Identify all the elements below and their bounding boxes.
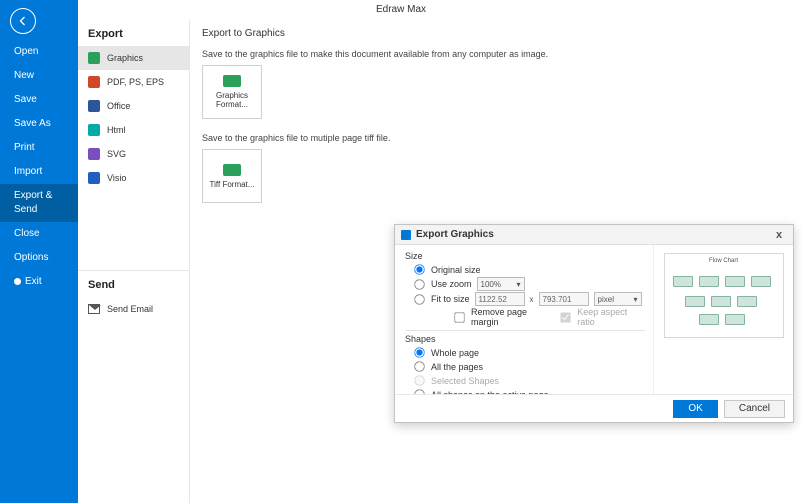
fit-height-input[interactable] bbox=[539, 292, 589, 306]
dialog-titlebar[interactable]: Export Graphics x bbox=[395, 225, 793, 245]
menu-close[interactable]: Close bbox=[0, 222, 78, 246]
export-type-pdf[interactable]: PDF, PS, EPS bbox=[78, 70, 189, 94]
size-heading: Size bbox=[405, 251, 645, 261]
export-type-graphics[interactable]: Graphics bbox=[78, 46, 189, 70]
export-type-panel: Export Graphics PDF, PS, EPS Office Html… bbox=[78, 20, 190, 503]
export-heading: Export bbox=[78, 20, 189, 46]
zoom-combo[interactable]: 100%▾ bbox=[477, 277, 525, 291]
instruction-tiff: Save to the graphics file to mutiple pag… bbox=[202, 133, 790, 143]
send-email[interactable]: Send Email bbox=[78, 297, 189, 321]
graphics-format-icon bbox=[223, 75, 241, 87]
envelope-icon bbox=[88, 304, 100, 314]
export-type-office[interactable]: Office bbox=[78, 94, 189, 118]
check-remove-margin[interactable] bbox=[454, 312, 464, 322]
dialog-preview-pane: Flow Chart bbox=[653, 245, 793, 394]
svg-icon bbox=[88, 148, 100, 160]
radio-original-size[interactable] bbox=[414, 264, 424, 274]
back-button[interactable] bbox=[10, 8, 36, 34]
dialog-options: Size Original size Use zoom 100%▾ Fit to… bbox=[395, 245, 653, 394]
send-heading: Send bbox=[78, 271, 189, 297]
tiff-format-icon bbox=[223, 164, 241, 176]
tile-tiff-format[interactable]: Tiff Format... bbox=[202, 149, 262, 203]
instruction-graphics: Save to the graphics file to make this d… bbox=[202, 49, 790, 59]
menu-open[interactable]: Open bbox=[0, 40, 78, 64]
graphics-icon bbox=[88, 52, 100, 64]
menu-new[interactable]: New bbox=[0, 64, 78, 88]
ok-button[interactable]: OK bbox=[673, 400, 717, 418]
app-title-bar: Edraw Max bbox=[0, 0, 802, 20]
export-type-html[interactable]: Html bbox=[78, 118, 189, 142]
menu-save[interactable]: Save bbox=[0, 88, 78, 112]
fit-unit-combo[interactable]: pixel▾ bbox=[594, 292, 642, 306]
radio-all-shapes-active[interactable] bbox=[414, 389, 424, 394]
export-graphics-dialog: Export Graphics x Size Original size Use… bbox=[394, 224, 794, 423]
html-icon bbox=[88, 124, 100, 136]
menu-print[interactable]: Print bbox=[0, 136, 78, 160]
menu-save-as[interactable]: Save As bbox=[0, 112, 78, 136]
radio-use-zoom[interactable] bbox=[414, 279, 424, 289]
fit-width-input[interactable] bbox=[475, 292, 525, 306]
page-title: Export to Graphics bbox=[202, 28, 790, 39]
tile-tiff-label: Tiff Format... bbox=[210, 180, 255, 189]
radio-selected-shapes bbox=[414, 375, 424, 385]
shapes-heading: Shapes bbox=[405, 334, 645, 344]
cancel-button[interactable]: Cancel bbox=[724, 400, 785, 418]
x-separator: x bbox=[530, 295, 534, 304]
tile-graphics-label: Graphics Format... bbox=[203, 91, 261, 109]
pdf-icon bbox=[88, 76, 100, 88]
menu-options[interactable]: Options bbox=[0, 246, 78, 270]
arrow-left-icon bbox=[17, 15, 29, 27]
menu-exit[interactable]: Exit bbox=[0, 270, 78, 294]
dialog-close-button[interactable]: x bbox=[771, 229, 787, 241]
dialog-title-text: Export Graphics bbox=[416, 229, 494, 240]
file-menu-sidebar: Open New Save Save As Print Import Expor… bbox=[0, 0, 78, 503]
radio-all-pages[interactable] bbox=[414, 361, 424, 371]
check-keep-aspect bbox=[561, 312, 571, 322]
tile-graphics-format[interactable]: Graphics Format... bbox=[202, 65, 262, 119]
exit-icon bbox=[14, 278, 21, 285]
visio-icon bbox=[88, 172, 100, 184]
preview-title: Flow Chart bbox=[665, 258, 783, 264]
radio-whole-page[interactable] bbox=[414, 347, 424, 357]
office-icon bbox=[88, 100, 100, 112]
preview-canvas: Flow Chart bbox=[664, 253, 784, 338]
export-type-svg[interactable]: SVG bbox=[78, 142, 189, 166]
menu-export-send[interactable]: Export & Send bbox=[0, 184, 78, 222]
menu-import[interactable]: Import bbox=[0, 160, 78, 184]
export-type-visio[interactable]: Visio bbox=[78, 166, 189, 190]
dialog-icon bbox=[401, 230, 411, 240]
radio-fit-to-size[interactable] bbox=[414, 294, 424, 304]
dialog-footer: OK Cancel bbox=[395, 394, 793, 422]
